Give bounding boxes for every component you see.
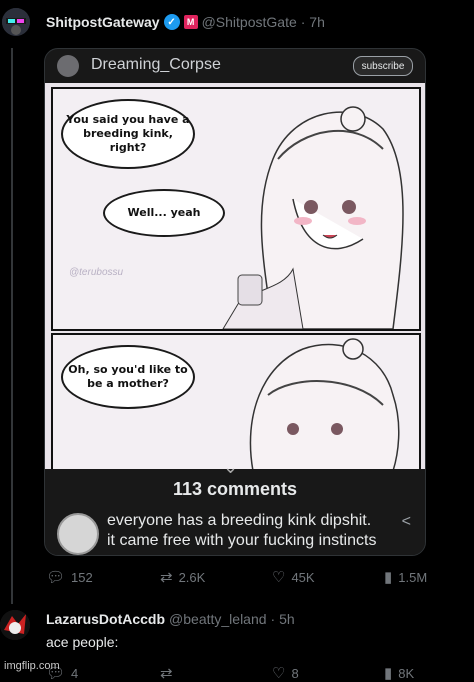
reply-count: 152 — [71, 569, 93, 585]
embedded-header: Dreaming_Corpse subscribe — [45, 49, 425, 83]
channel-avatar — [57, 55, 79, 77]
speech-bubble-2: Well... yeah — [103, 189, 225, 237]
verified-badge-icon: ✓ — [163, 14, 180, 30]
views-count: 1.5M — [398, 569, 428, 585]
tweet-time[interactable]: · 7h — [301, 14, 325, 30]
heart-icon: ♡ — [272, 665, 286, 682]
comic-panel-top: You said you have a breeding kink, right… — [51, 87, 421, 331]
tweet-header: ShitpostGateway ✓ M @ShitpostGate · 7h — [46, 14, 325, 30]
views-bar-icon: ▮ — [384, 569, 393, 586]
author-avatar[interactable] — [2, 8, 30, 36]
reply-retweet-button[interactable]: ⇄ — [160, 664, 173, 682]
thread-line — [11, 48, 13, 604]
comment-text: everyone has a breeding kink dipshit. it… — [107, 512, 377, 549]
retweet-icon: ⇄ — [160, 665, 173, 682]
retweet-icon: ⇄ — [160, 569, 173, 586]
heart-icon: ♡ — [272, 569, 286, 586]
reply-views-button[interactable]: ▮ 8K — [384, 664, 414, 682]
reply-header: LazarusDotAccdb @beatty_leland · 5h — [46, 611, 295, 627]
retweet-count: 2.6K — [178, 569, 206, 585]
comments-count: 113 comments — [172, 479, 298, 499]
avatar-image — [2, 8, 30, 36]
like-count: 45K — [291, 569, 315, 585]
commenter-avatar — [57, 513, 99, 555]
speech-bubble-3: Oh, so you'd like to be a mother? — [61, 345, 195, 409]
reply-text: ace people: — [46, 634, 119, 650]
reply-reply-count: 4 — [71, 665, 79, 681]
retweet-button[interactable]: ⇄ 2.6K — [160, 568, 205, 586]
comments-section: ⌄ 113 comments everyone has a breeding k… — [45, 457, 425, 555]
reply-author-name[interactable]: LazarusDotAccdb — [46, 611, 165, 627]
reply-icon: 💬︎ — [46, 569, 66, 586]
comic-image: You said you have a breeding kink, right… — [45, 83, 425, 473]
views-bar-icon: ▮ — [384, 665, 393, 682]
channel-name: Dreaming_Corpse — [91, 56, 221, 73]
author-name[interactable]: ShitpostGateway — [46, 14, 160, 30]
reply-button[interactable]: 💬︎ 152 — [46, 568, 93, 586]
imgflip-watermark: imgflip.com — [4, 660, 60, 672]
share-icon[interactable]: < — [402, 513, 411, 531]
media-card[interactable]: Dreaming_Corpse subscribe You said you h… — [44, 48, 426, 556]
reply-like-button[interactable]: ♡ 8 — [272, 664, 299, 682]
reply-author-handle[interactable]: @beatty_leland — [169, 611, 267, 627]
reply-time[interactable]: · 5h — [271, 611, 295, 627]
views-button[interactable]: ▮ 1.5M — [384, 568, 427, 586]
comic-panel-bottom: Oh, so you'd like to be a mother? — [51, 333, 421, 473]
reply-like-count: 8 — [291, 665, 299, 681]
subscribe-button[interactable]: subscribe — [353, 56, 413, 76]
reply-avatar-image — [0, 610, 30, 640]
reply-author-avatar[interactable] — [0, 610, 30, 640]
chevron-down-icon[interactable]: ⌄ — [223, 457, 238, 478]
speech-bubble-1: You said you have a breeding kink, right… — [61, 99, 195, 169]
comic-watermark: @terubossu — [69, 267, 124, 278]
like-button[interactable]: ♡ 45K — [272, 568, 315, 586]
affiliate-badge-icon: M — [183, 15, 198, 29]
reply-views-count: 8K — [398, 665, 415, 681]
author-handle[interactable]: @ShitpostGate — [202, 14, 297, 30]
